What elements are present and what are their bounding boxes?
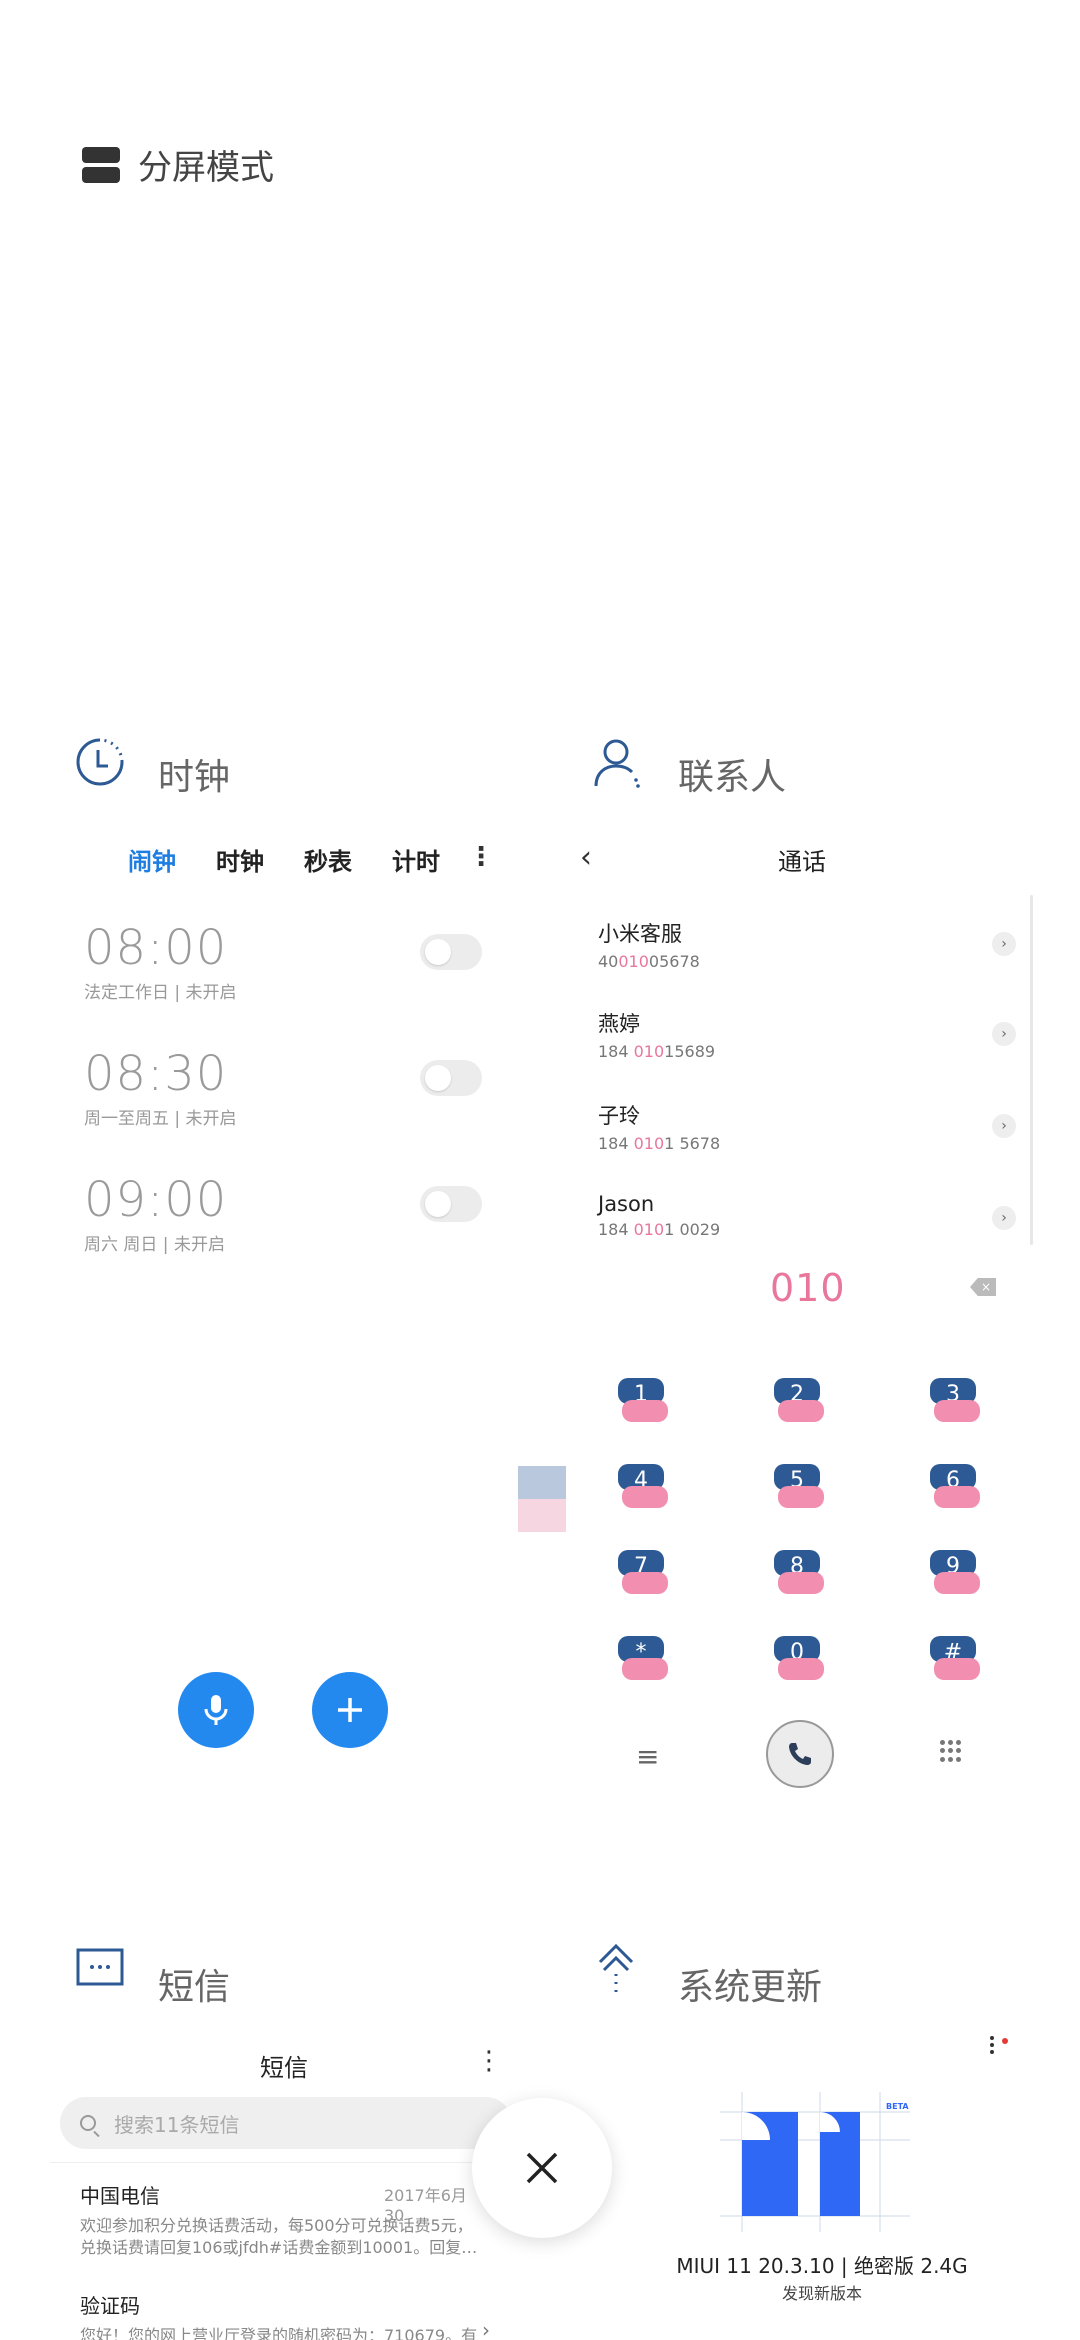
miui-logo: BETA <box>720 2092 910 2232</box>
sms-list-item[interactable]: 中国电信 2017年6月30 欢迎参加积分兑换话费活动，每500分可兑换话费5元… <box>80 2180 480 2259</box>
contact-row[interactable]: 小米客服 4001005678 › <box>598 918 1018 971</box>
divider <box>50 2162 500 2163</box>
split-mode-title: 分屏模式 <box>138 148 274 188</box>
close-icon <box>526 2152 558 2184</box>
dial-input-display: 010 <box>770 1266 846 1310</box>
contacts-section-title: 通话 <box>778 848 826 876</box>
updater-app-header[interactable] <box>594 1940 638 2004</box>
message-icon <box>76 1948 124 1986</box>
alarm-desc: 周六 周日 | 未开启 <box>84 1235 225 1255</box>
person-icon <box>594 739 640 788</box>
beta-badge: BETA <box>886 2102 909 2111</box>
call-button[interactable] <box>766 1720 834 1788</box>
sms-header-title: 短信 <box>260 2054 308 2082</box>
split-screen-icon <box>82 146 120 183</box>
dial-key[interactable]: 0 <box>774 1636 824 1682</box>
dial-key[interactable]: # <box>930 1636 980 1682</box>
alarm-desc: 法定工作日 | 未开启 <box>84 983 237 1003</box>
contact-number: 184 0101 0029 <box>598 1220 721 1239</box>
backspace-icon[interactable]: × <box>970 1278 996 1296</box>
sms-sender: 验证码 <box>80 2294 140 2318</box>
clock-icon <box>76 738 124 786</box>
dial-key[interactable]: 6 <box>930 1464 980 1510</box>
alarm-item[interactable]: 09:00 周六 周日 | 未开启 <box>84 1172 484 1255</box>
alarm-desc: 周一至周五 | 未开启 <box>84 1109 237 1129</box>
alarm-toggle[interactable] <box>420 1186 482 1222</box>
dial-key[interactable]: * <box>618 1636 668 1682</box>
updater-app-title: 系统更新 <box>678 1967 823 2008</box>
alarm-item[interactable]: 08:30 周一至周五 | 未开启 <box>84 1046 484 1129</box>
microphone-icon <box>204 1695 228 1725</box>
dial-key[interactable]: 4 <box>618 1464 668 1510</box>
dial-menu-icon[interactable]: ≡ <box>636 1740 659 1773</box>
phone-icon <box>789 1743 811 1765</box>
contact-row[interactable]: Jason 184 0101 0029 › <box>598 1192 1018 1239</box>
dial-key[interactable]: 7 <box>618 1550 668 1596</box>
contacts-app-title: 联系人 <box>678 757 787 798</box>
back-arrow-icon[interactable]: ‹ <box>580 840 592 875</box>
contact-list-scrollbar[interactable] <box>1030 895 1033 1245</box>
notification-dot <box>1002 2038 1008 2044</box>
tab-stopwatch[interactable]: 秒表 <box>304 842 352 877</box>
keypad-toggle-icon[interactable] <box>940 1740 962 1762</box>
contact-number: 184 0101 5678 <box>598 1134 721 1153</box>
alarm-toggle[interactable] <box>420 1060 482 1096</box>
contact-name: 燕婷 <box>598 1012 640 1036</box>
contact-number: 4001005678 <box>598 952 700 971</box>
split-mode-header: 分屏模式 <box>82 140 274 189</box>
sms-more-icon[interactable]: ⋮ <box>476 2046 502 2076</box>
clock-app-header[interactable] <box>74 736 126 794</box>
contact-row[interactable]: 子玲 184 0101 5678 › <box>598 1100 1018 1153</box>
clock-app-title: 时钟 <box>158 757 231 798</box>
contact-detail-icon[interactable]: › <box>992 932 1016 956</box>
alarm-item[interactable]: 08:00 法定工作日 | 未开启 <box>84 920 484 1003</box>
voice-alarm-button[interactable] <box>178 1672 254 1748</box>
update-version-text: MIUI 11 20.3.10 | 绝密版 2.4G <box>676 2254 968 2278</box>
close-button[interactable] <box>472 2098 612 2238</box>
dial-key[interactable]: 8 <box>774 1550 824 1596</box>
alarm-toggle[interactable] <box>420 934 482 970</box>
dial-key[interactable]: 2 <box>774 1378 824 1424</box>
chevron-right-icon[interactable]: › <box>482 2318 490 2340</box>
contact-name: Jason <box>598 1192 655 1216</box>
contacts-app-header[interactable] <box>592 736 644 796</box>
contact-row[interactable]: 燕婷 184 01015689 › <box>598 1008 1018 1061</box>
search-icon <box>80 2115 96 2131</box>
update-subtitle: 发现新版本 <box>781 2284 862 2303</box>
contact-detail-icon[interactable]: › <box>992 1206 1016 1230</box>
tab-alarm[interactable]: 闹钟 <box>128 842 176 877</box>
sms-preview: 您好！您的网上营业厅登录的随机密码为：710679。有 <box>80 2326 478 2340</box>
sms-date: 2017年6月30 <box>384 2186 467 2225</box>
tab-timer[interactable]: 计时 <box>392 842 440 877</box>
contact-detail-icon[interactable]: › <box>992 1114 1016 1138</box>
tab-clock[interactable]: 时钟 <box>216 842 264 877</box>
dial-key[interactable]: 1 <box>618 1378 668 1424</box>
sms-list-item[interactable]: 验证码 您好！您的网上营业厅登录的随机密码为：710679。有 <box>80 2290 480 2340</box>
sms-app-title: 短信 <box>158 1967 231 2008</box>
contact-name: 小米客服 <box>598 922 682 946</box>
dial-key[interactable]: 5 <box>774 1464 824 1510</box>
dial-key[interactable]: 3 <box>930 1378 980 1424</box>
sms-app-header[interactable] <box>74 1946 126 1996</box>
contact-name: 子玲 <box>598 1104 640 1128</box>
contact-detail-icon[interactable]: › <box>992 1022 1016 1046</box>
plus-icon <box>338 1698 362 1722</box>
sms-search-placeholder: 搜索11条短信 <box>114 2112 240 2137</box>
add-alarm-button[interactable] <box>312 1672 388 1748</box>
contact-number: 184 01015689 <box>598 1042 716 1061</box>
sms-search-input[interactable]: 搜索11条短信 <box>60 2097 512 2149</box>
upload-arrow-icon <box>598 1943 634 1996</box>
clock-tab-bar: 闹钟 时钟 秒表 计时 ⋮ <box>128 842 494 877</box>
dial-key[interactable]: 9 <box>930 1550 980 1596</box>
updater-more-icon[interactable] <box>990 2036 996 2058</box>
split-drag-handle[interactable] <box>518 1466 566 1532</box>
clock-more-icon[interactable]: ⋮ <box>468 842 494 872</box>
